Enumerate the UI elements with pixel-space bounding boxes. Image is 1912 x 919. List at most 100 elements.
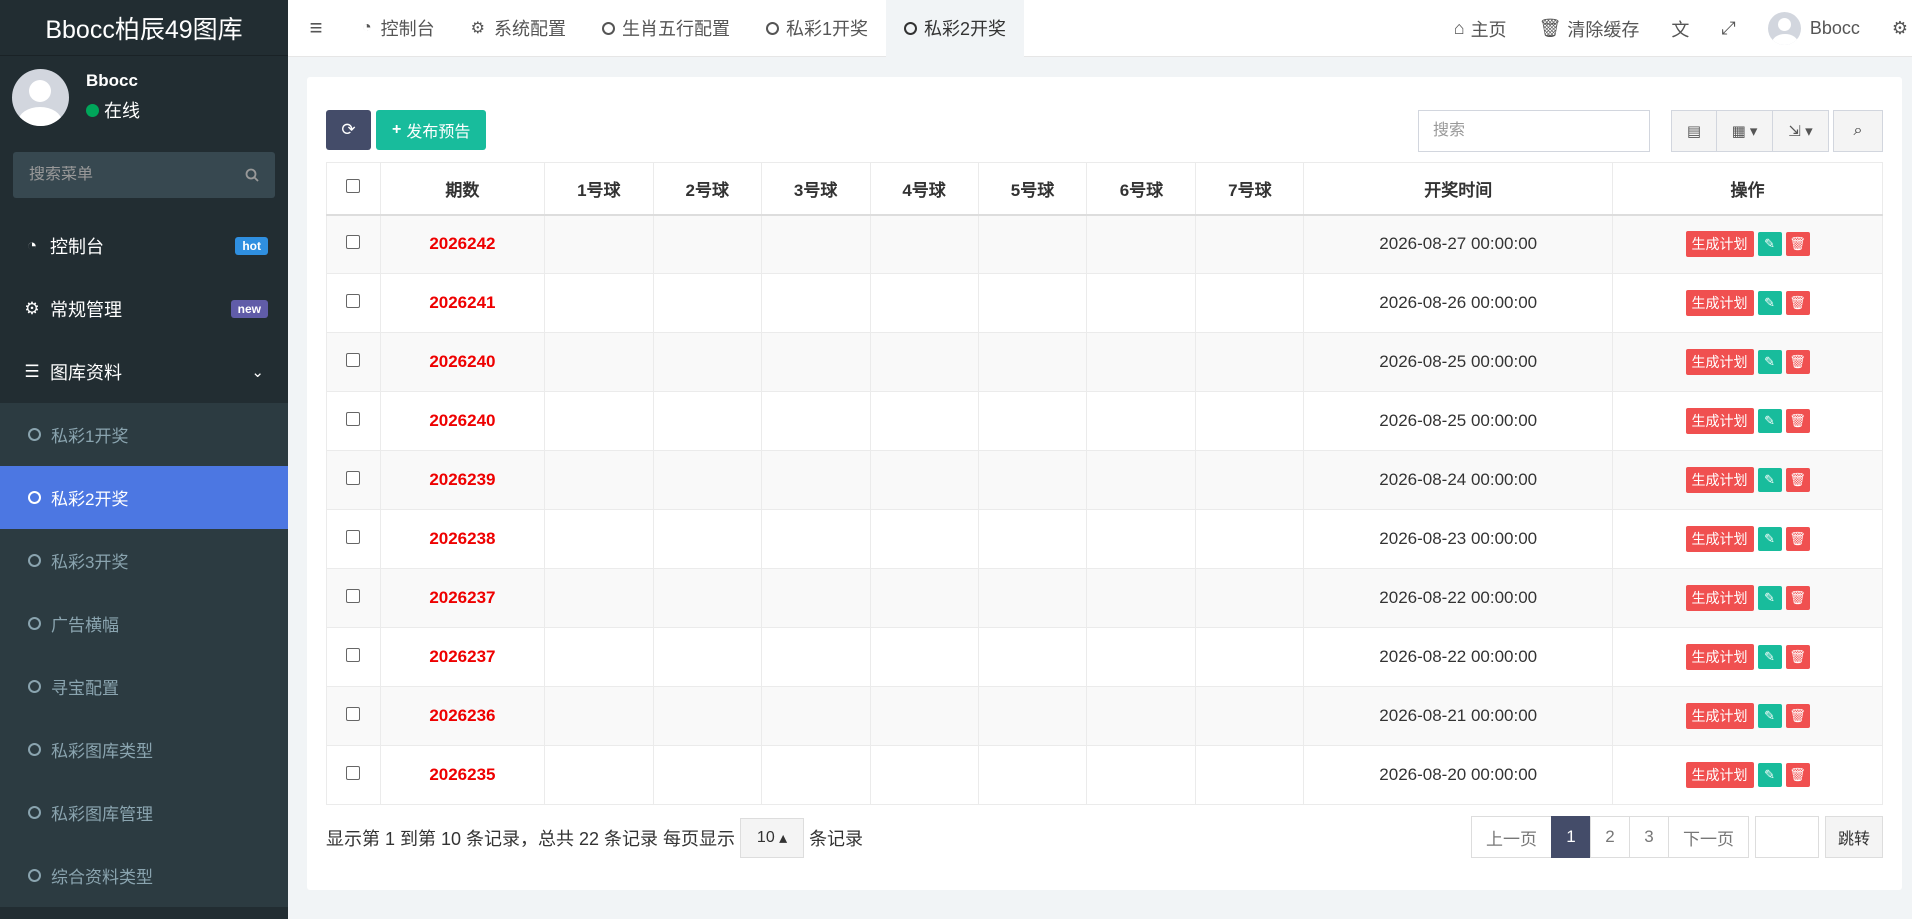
export-button[interactable]: ⇲ ▾: [1772, 110, 1829, 152]
delete-button[interactable]: 🗑: [1785, 704, 1810, 728]
home-link[interactable]: ⌂ 主页: [1438, 16, 1523, 42]
row-checkbox[interactable]: [346, 530, 361, 544]
delete-button[interactable]: 🗑: [1785, 586, 1810, 610]
column-header[interactable]: 3号球: [760, 162, 871, 216]
page-button-2[interactable]: 2: [1589, 816, 1630, 858]
row-checkbox[interactable]: [346, 235, 361, 250]
page-size-select[interactable]: 10 ▴: [740, 818, 805, 858]
tab-lottery1[interactable]: 私彩1开奖: [748, 0, 886, 57]
edit-button[interactable]: ✎: [1757, 409, 1782, 433]
row-checkbox[interactable]: [346, 589, 361, 603]
column-header[interactable]: 期数: [379, 162, 545, 216]
generate-plan-button[interactable]: 生成计划: [1685, 644, 1754, 670]
edit-button[interactable]: ✎: [1757, 468, 1782, 492]
next-page-button[interactable]: 下一页: [1667, 816, 1749, 858]
column-header[interactable]: 1号球: [543, 162, 654, 216]
select-all-checkbox[interactable]: [346, 179, 361, 194]
delete-button[interactable]: 🗑: [1785, 527, 1810, 551]
tab-system-config[interactable]: ⚙ 系统配置: [453, 0, 584, 57]
row-checkbox[interactable]: [346, 471, 361, 485]
page-button-3[interactable]: 3: [1628, 816, 1669, 858]
language-icon[interactable]: 文: [1655, 16, 1705, 42]
refresh-button[interactable]: ⟳: [326, 110, 371, 150]
prev-page-button[interactable]: 上一页: [1470, 816, 1552, 858]
column-header[interactable]: 开奖时间: [1303, 162, 1614, 216]
toggle-view-button[interactable]: ▤: [1671, 110, 1717, 152]
circle-icon: [28, 554, 41, 567]
generate-plan-button[interactable]: 生成计划: [1685, 467, 1754, 493]
row-checkbox[interactable]: [346, 412, 361, 426]
menu-toggle-icon[interactable]: ≡: [288, 15, 344, 41]
row-checkbox[interactable]: [346, 353, 361, 367]
delete-button[interactable]: 🗑: [1785, 409, 1810, 433]
edit-button[interactable]: ✎: [1757, 763, 1782, 787]
publish-forecast-button[interactable]: + 发布预告: [376, 110, 487, 150]
edit-button[interactable]: ✎: [1757, 645, 1782, 669]
delete-button[interactable]: 🗑: [1785, 291, 1810, 315]
sidebar-subitem-info-type[interactable]: 综合资料类型: [0, 844, 288, 907]
generate-plan-button[interactable]: 生成计划: [1685, 290, 1754, 316]
generate-plan-button[interactable]: 生成计划: [1685, 585, 1754, 611]
edit-button[interactable]: ✎: [1757, 350, 1782, 374]
ball-cell: [869, 332, 979, 392]
edit-button[interactable]: ✎: [1757, 704, 1782, 728]
settings-icon[interactable]: ⚙: [1876, 18, 1912, 39]
column-header[interactable]: 4号球: [869, 162, 979, 216]
row-checkbox[interactable]: [346, 648, 361, 662]
row-checkbox[interactable]: [346, 766, 361, 780]
delete-button[interactable]: 🗑: [1785, 468, 1810, 492]
generate-plan-button[interactable]: 生成计划: [1685, 231, 1754, 258]
tab-dashboard[interactable]: ◔ 控制台: [344, 0, 453, 57]
sidebar-subitem-treasure[interactable]: 寻宝配置: [0, 655, 288, 718]
ball-cell: [869, 745, 979, 805]
tab-zodiac-config[interactable]: 生肖五行配置: [584, 0, 748, 57]
edit-button[interactable]: ✎: [1757, 586, 1782, 610]
ball-cell: [1086, 391, 1197, 451]
edit-button[interactable]: ✎: [1757, 232, 1782, 257]
user-menu[interactable]: Bbocc: [1752, 12, 1876, 45]
sidebar-subitem-gallery-manage[interactable]: 私彩图库管理: [0, 781, 288, 844]
edit-button[interactable]: ✎: [1757, 527, 1782, 551]
columns-button[interactable]: ▦ ▾: [1716, 110, 1773, 152]
search-icon[interactable]: [245, 168, 259, 182]
sidebar-subitem-banner[interactable]: 广告横幅: [0, 592, 288, 655]
jump-button[interactable]: 跳转: [1824, 816, 1883, 858]
sidebar-subitem-lottery1[interactable]: 私彩1开奖: [0, 403, 288, 466]
delete-button[interactable]: 🗑: [1785, 350, 1810, 374]
sidebar-subitem-lottery3[interactable]: 私彩3开奖: [0, 529, 288, 592]
edit-button[interactable]: ✎: [1757, 291, 1782, 315]
clear-cache-button[interactable]: 🗑 清除缓存: [1523, 16, 1656, 42]
generate-plan-button[interactable]: 生成计划: [1685, 762, 1754, 788]
sidebar-item-gallery[interactable]: ☰ 图库资料 ⌄: [0, 340, 288, 403]
row-checkbox[interactable]: [346, 294, 361, 308]
generate-plan-button[interactable]: 生成计划: [1685, 703, 1754, 729]
sidebar-item-general[interactable]: ⚙ 常规管理 new: [0, 277, 288, 340]
column-header[interactable]: 6号球: [1086, 162, 1197, 216]
table-search-input[interactable]: [1418, 110, 1650, 152]
delete-button[interactable]: 🗑: [1785, 645, 1810, 669]
delete-button[interactable]: 🗑: [1785, 232, 1810, 257]
column-header[interactable]: 5号球: [977, 162, 1088, 216]
column-header[interactable]: 2号球: [652, 162, 762, 216]
generate-plan-button[interactable]: 生成计划: [1685, 408, 1754, 434]
plus-icon: +: [392, 121, 402, 138]
sidebar-item-dashboard[interactable]: ◔ 控制台 hot: [0, 214, 288, 277]
page-button-1[interactable]: 1: [1550, 816, 1591, 858]
period-cell: 2026241: [379, 273, 545, 333]
advanced-search-button[interactable]: ⌕: [1833, 110, 1883, 152]
delete-button[interactable]: 🗑: [1785, 763, 1810, 787]
row-checkbox[interactable]: [346, 707, 361, 721]
tab-lottery2[interactable]: 私彩2开奖: [886, 0, 1025, 57]
brand-logo[interactable]: Bbocc柏辰49图库: [0, 0, 288, 56]
sidebar-subitem-lottery2[interactable]: 私彩2开奖: [0, 466, 288, 529]
generate-plan-button[interactable]: 生成计划: [1685, 349, 1754, 375]
sidebar-subitem-gallery-type[interactable]: 私彩图库类型: [0, 718, 288, 781]
sidebar-search-input[interactable]: [29, 166, 229, 184]
row-select-cell: [326, 273, 381, 333]
jump-page-input[interactable]: [1754, 816, 1819, 858]
pencil-icon: ✎: [1764, 767, 1775, 782]
fullscreen-icon[interactable]: ⤢: [1705, 18, 1751, 39]
generate-plan-button[interactable]: 生成计划: [1685, 526, 1754, 552]
column-header[interactable]: 7号球: [1195, 162, 1305, 216]
ball-cell: [760, 627, 871, 687]
